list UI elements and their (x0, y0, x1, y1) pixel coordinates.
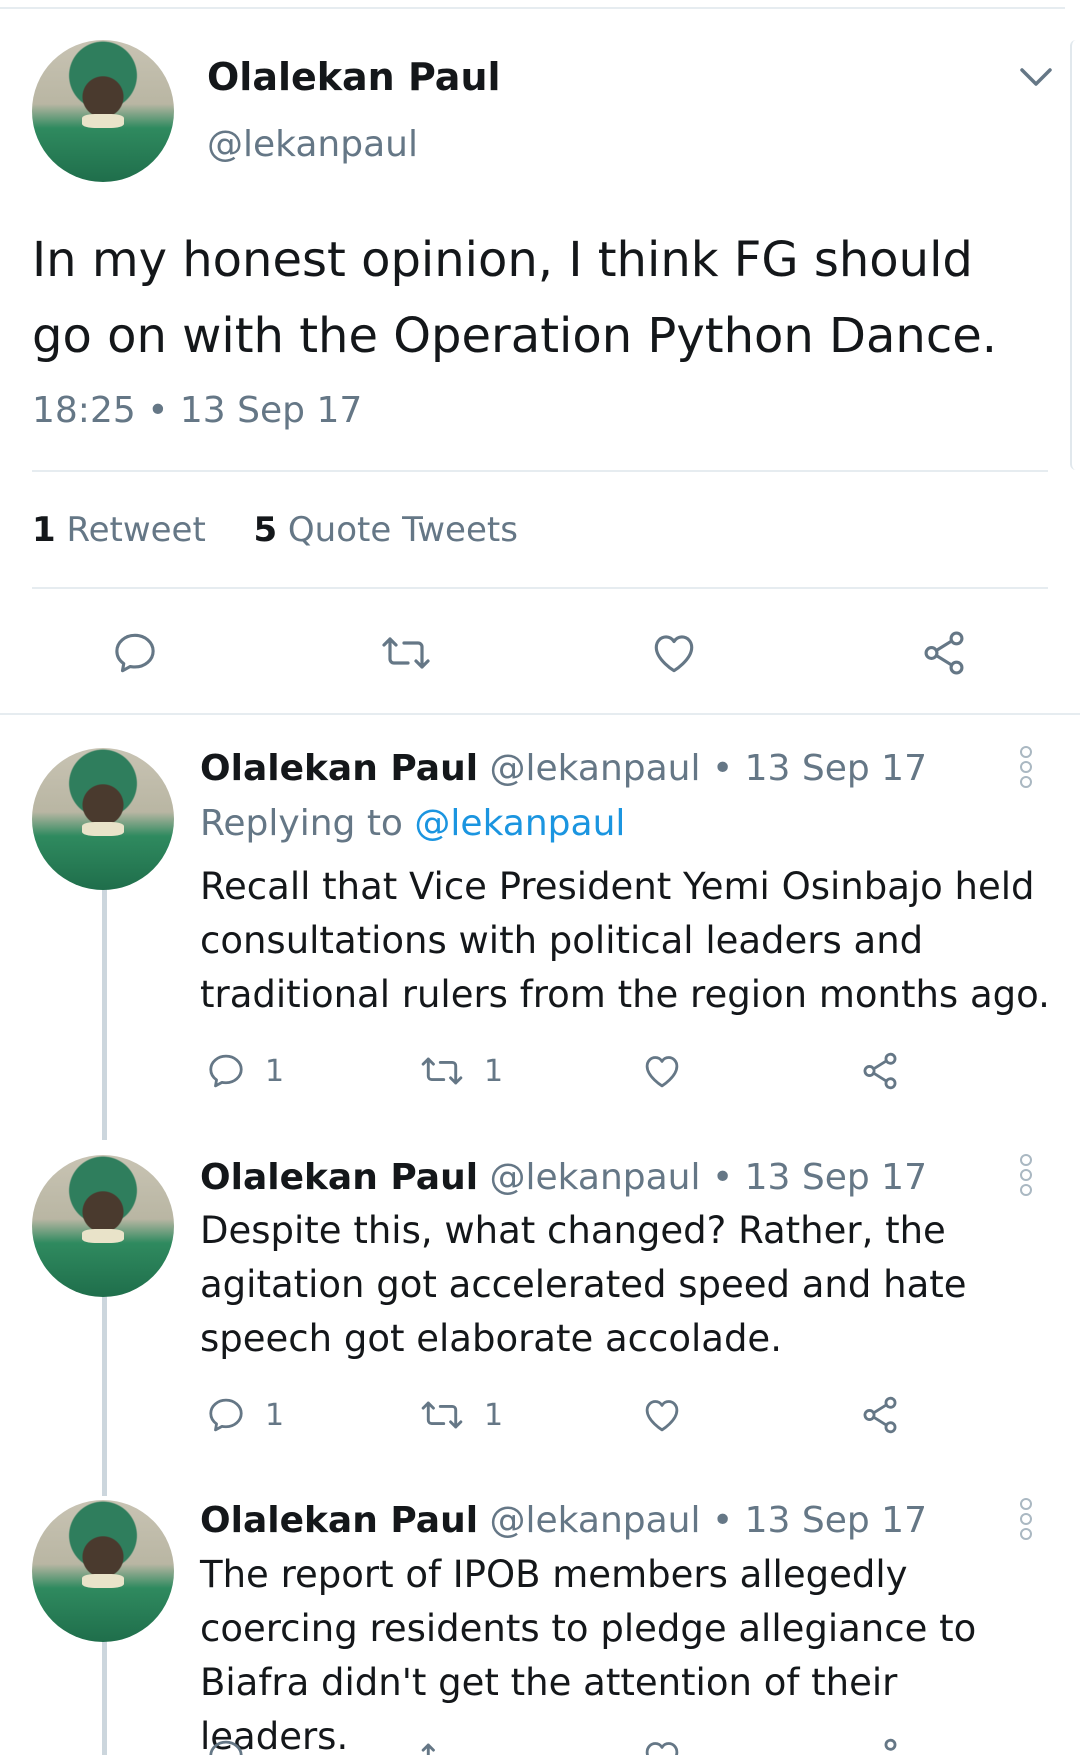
tweet-thread-page: Olalekan Paul @lekanpaul In my honest op… (0, 0, 1080, 1755)
retweet-icon (421, 1743, 435, 1755)
more-options-icon[interactable] (1018, 1497, 1034, 1541)
more-options-icon[interactable] (1018, 745, 1034, 789)
like-button[interactable] (640, 1736, 684, 1755)
author-handle[interactable]: @lekanpaul (207, 124, 418, 165)
reply-meta: @lekanpaul • 13 Sep 17 (489, 1500, 927, 1541)
tweet-stats: 1 Retweet 5 Quote Tweets (32, 510, 518, 550)
retweet-icon (421, 1401, 463, 1429)
reply-icon (209, 1054, 243, 1088)
reply-header: Olalekan Paul @lekanpaul • 13 Sep 17 (200, 1500, 927, 1541)
more-options-icon[interactable] (1018, 1153, 1034, 1197)
retweet-button[interactable] (378, 628, 434, 678)
reply-header: Olalekan Paul @lekanpaul • 13 Sep 17 (200, 748, 927, 789)
author-name[interactable]: Olalekan Paul (207, 55, 501, 99)
reply-icon (209, 1398, 243, 1432)
replying-to-label: Replying to (200, 803, 403, 844)
quotes-count: 5 (253, 510, 278, 550)
like-button[interactable] (648, 628, 700, 678)
tweet-date: 13 Sep 17 (179, 390, 363, 431)
retweets-label: Retweet (66, 510, 206, 550)
quote-tweets-stat[interactable]: 5 Quote Tweets (253, 510, 517, 550)
tweet-time: 18:25 (32, 390, 136, 431)
reply-meta: @lekanpaul • 13 Sep 17 (489, 1157, 927, 1198)
author-name[interactable]: Olalekan Paul (200, 748, 478, 789)
replying-to-link[interactable]: @lekanpaul (414, 803, 625, 844)
reply-button[interactable] (205, 1736, 247, 1755)
retweets-stat[interactable]: 1 Retweet (32, 510, 206, 550)
share-icon (884, 1738, 897, 1751)
retweet-button[interactable] (418, 1736, 466, 1755)
like-button[interactable] (640, 1050, 684, 1092)
tweet-timestamp[interactable]: 18:25 • 13 Sep 17 (32, 390, 362, 431)
reply-button[interactable] (110, 628, 160, 678)
avatar[interactable] (32, 1500, 174, 1642)
reply-meta: @lekanpaul • 13 Sep 17 (489, 748, 927, 789)
reply-count: 1 (265, 1053, 285, 1089)
share-icon (863, 1396, 897, 1434)
like-button[interactable] (640, 1394, 684, 1436)
reply-button[interactable]: 1 (205, 1394, 284, 1436)
retweet-count: 1 (484, 1397, 504, 1433)
tweet-text: In my honest opinion, I think FG should … (32, 232, 998, 364)
share-button[interactable] (858, 1394, 902, 1436)
divider (32, 470, 1048, 472)
avatar[interactable] (32, 1155, 174, 1297)
retweet-count: 1 (484, 1053, 504, 1089)
thread-line (102, 888, 107, 1140)
retweets-count: 1 (32, 510, 56, 550)
author-name[interactable]: Olalekan Paul (200, 1157, 478, 1198)
share-icon (924, 631, 964, 675)
reply-icon (209, 1740, 243, 1755)
share-button[interactable] (858, 1736, 902, 1755)
reply-icon (115, 633, 155, 673)
retweet-button[interactable]: 1 (418, 1050, 503, 1092)
retweet-icon (421, 1057, 463, 1085)
avatar[interactable] (32, 748, 174, 890)
share-button[interactable] (918, 628, 970, 678)
scroll-edge (1070, 40, 1078, 470)
reply-text: The report of IPOB members allegedly coe… (200, 1553, 977, 1755)
reply-header: Olalekan Paul @lekanpaul • 13 Sep 17 (200, 1157, 927, 1198)
retweet-button[interactable]: 1 (418, 1394, 503, 1436)
share-button[interactable] (858, 1050, 902, 1092)
divider (0, 713, 1080, 715)
thread-line (102, 1296, 107, 1496)
replying-to: Replying to @lekanpaul (200, 803, 625, 844)
reply-count: 1 (265, 1397, 285, 1433)
quotes-label: Quote Tweets (287, 510, 518, 550)
avatar[interactable] (32, 40, 174, 182)
reply-text: Recall that Vice President Yemi Osinbajo… (200, 865, 1050, 1016)
top-divider (0, 7, 1065, 9)
like-icon (645, 1742, 679, 1755)
separator: • (147, 390, 169, 431)
thread-line (102, 1640, 107, 1755)
author-name[interactable]: Olalekan Paul (200, 1500, 478, 1541)
like-icon (654, 635, 694, 673)
share-icon (863, 1052, 897, 1090)
retweet-icon (382, 637, 430, 669)
reply-button[interactable]: 1 (205, 1050, 284, 1092)
divider (32, 587, 1048, 589)
reply-text: Despite this, what changed? Rather, the … (200, 1209, 967, 1360)
chevron-down-icon[interactable] (1018, 65, 1054, 89)
like-icon (645, 1400, 679, 1432)
like-icon (645, 1056, 679, 1088)
